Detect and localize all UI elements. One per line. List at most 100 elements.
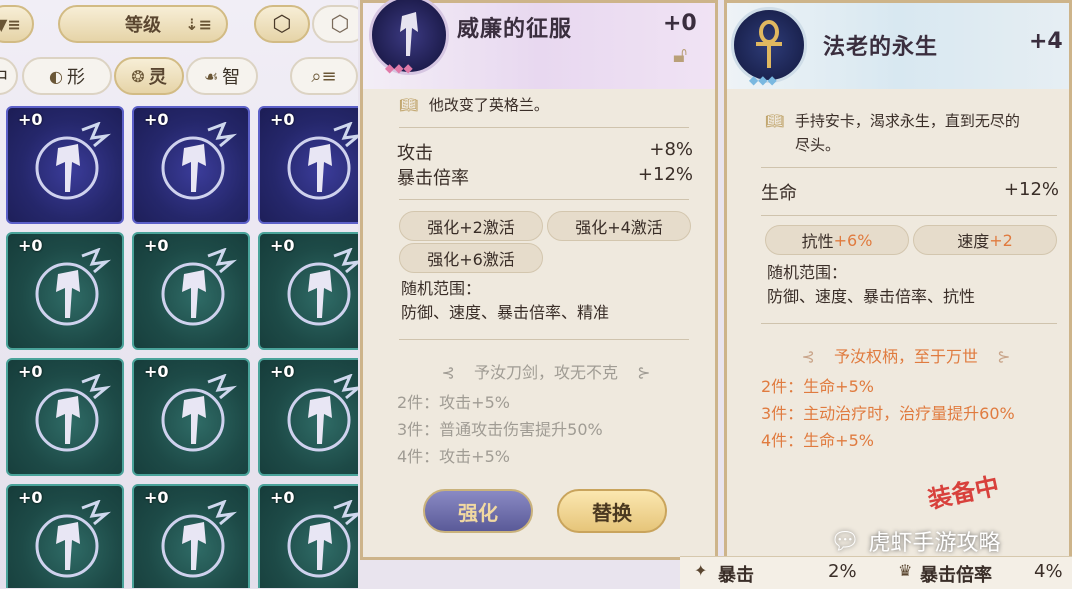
substat-chip: 速度 +2 — [913, 225, 1057, 255]
axe-icon — [161, 248, 238, 326]
tab-spirit-label: 灵 — [148, 67, 167, 88]
lock-icon[interactable]: 🔓︎ — [673, 43, 687, 68]
set-title-text: 予汝刀剑，攻无不克 — [473, 363, 618, 382]
gear-card[interactable]: +0 — [258, 358, 358, 476]
stat-row: 攻击 +8% — [397, 139, 693, 165]
random-range-values: 防御、速度、暴击倍率、精准 — [401, 303, 610, 322]
stat-label: 攻击 — [397, 143, 433, 164]
filter-button[interactable]: ▼≡ — [0, 5, 34, 43]
axe-icon — [35, 500, 112, 578]
stat-row: 生命 +12% — [761, 179, 1059, 205]
axe-icon — [161, 122, 238, 200]
set-title: ⊰ 予汝刀剑，攻无不克 ⊱ — [421, 359, 671, 383]
trinity-outline-icon: ⬡ — [330, 11, 350, 37]
set-filter-button-2[interactable]: ⬡ — [312, 5, 358, 43]
tab-body-label: 形 — [66, 67, 85, 88]
tab-partial[interactable]: 中 — [0, 57, 18, 95]
item-description-text: 他改变了英格兰。 — [428, 96, 549, 114]
bottom-stat-bar: ✦ 暴击 2% ♛ 暴击倍率 4% — [680, 556, 1072, 589]
ornament-icon: ⊰ — [801, 347, 815, 366]
divider — [399, 339, 689, 340]
random-range-label: 随机范围： — [767, 263, 848, 282]
substat-label: 抗性 — [801, 232, 834, 251]
tab-mind-label: 智 — [222, 67, 241, 88]
bottom-stat-value: 2% — [828, 561, 857, 582]
search-button[interactable]: ⌕≡ — [290, 57, 358, 95]
gear-card[interactable]: +0 — [6, 358, 124, 476]
item-description: 📖︎ 他改变了英格兰。 — [399, 93, 549, 117]
item-level: +0 — [663, 11, 697, 36]
divider — [761, 323, 1057, 324]
stat-label: 暴击倍率 — [397, 168, 469, 189]
tab-body[interactable]: ◐ 形 — [22, 57, 112, 95]
set-bonus: 4件：攻击+5% — [397, 447, 510, 466]
stat-row: 暴击倍率 +12% — [397, 164, 693, 190]
gear-card[interactable]: +0 — [132, 232, 250, 350]
set-title: ⊰ 予汝权柄，至于万世 ⊱ — [771, 343, 1041, 367]
enhance-button[interactable]: 强化 — [423, 489, 533, 533]
sort-order-icon: ⇣≡ — [185, 14, 212, 34]
ornament-icon: ⊱ — [637, 363, 651, 382]
item-detail-panel: ◆◆◆ 威廉的征服 +0 🔓︎ 📖︎ 他改变了英格兰。 攻击 +8% 暴击倍率 … — [360, 0, 718, 560]
gear-card[interactable]: +0 — [6, 106, 124, 224]
set-bonus: 3件：普通攻击伤害提升50% — [397, 420, 603, 439]
set-filter-button[interactable]: ⬡ — [254, 5, 310, 43]
tab-spirit[interactable]: ❂ 灵 — [114, 57, 184, 95]
bottom-stat-label: 暴击倍率 — [920, 565, 992, 586]
ornament-icon: ⊱ — [997, 347, 1011, 366]
axe-icon — [35, 122, 112, 200]
axe-icon — [161, 374, 238, 452]
set-bonus: 4件：生命+5% — [761, 431, 874, 450]
tab-mind[interactable]: ☙ 智 — [186, 57, 258, 95]
axe-icon — [287, 122, 358, 200]
enhance-unlock-chip: 强化+2激活 — [399, 211, 543, 241]
axe-icon — [287, 248, 358, 326]
set-bonus: 2件：攻击+5% — [397, 393, 510, 412]
crown-icon: ♛ — [898, 561, 913, 580]
gear-card[interactable]: +0 — [132, 484, 250, 588]
enhance-unlock-chip: 强化+6激活 — [399, 243, 543, 273]
stat-label: 生命 — [761, 183, 797, 204]
bottom-stat-label: 暴击 — [718, 565, 754, 586]
axe-icon — [35, 248, 112, 326]
wechat-icon: 💬︎ — [830, 527, 861, 555]
trinity-icon: ⬡ — [272, 11, 292, 37]
gear-card[interactable]: +0 — [258, 232, 358, 350]
gear-card[interactable]: +0 — [132, 106, 250, 224]
ornament-icon: ⊰ — [441, 363, 455, 382]
equipped-item-panel: ◆◆◆ 法老的永生 +4 📖︎ 手持安卡，渴求永生，直到无尽的 尽头。 生命 +… — [724, 0, 1072, 560]
set-title-text: 予汝权柄，至于万世 — [833, 347, 978, 366]
substat-chip: 抗性 +6% — [765, 225, 909, 255]
random-range-values: 防御、速度、暴击倍率、抗性 — [767, 287, 976, 306]
sort-dropdown[interactable]: 等级 ⇣≡ — [58, 5, 228, 43]
divider — [399, 127, 689, 128]
gear-card[interactable]: +0 — [6, 232, 124, 350]
book-icon: 📖︎ — [399, 96, 419, 114]
item-description: 📖︎ 手持安卡，渴求永生，直到无尽的 尽头。 — [765, 109, 1055, 157]
gear-card[interactable]: +0 — [258, 106, 358, 224]
item-level: +4 — [1029, 29, 1063, 54]
gear-card[interactable]: +0 — [6, 484, 124, 588]
item-description-text: 手持安卡，渴求永生，直到无尽的 — [794, 112, 1020, 130]
set-bonus: 3件：主动治疗时，治疗量提升60% — [761, 404, 1015, 423]
bottom-stat-value: 4% — [1034, 561, 1063, 582]
replace-button[interactable]: 替换 — [557, 489, 667, 533]
axe-icon — [287, 374, 358, 452]
gear-card[interactable]: +0 — [132, 358, 250, 476]
mind-icon: ☙ — [203, 66, 219, 86]
substat-label: 速度 — [957, 232, 990, 251]
spirit-icon: ❂ — [131, 66, 145, 86]
gear-card[interactable]: +0 — [258, 484, 358, 588]
book-icon: 📖︎ — [765, 112, 785, 130]
watermark: 💬︎ 虎虾手游攻略 — [830, 524, 1000, 558]
inventory-panel: ▼≡ 等级 ⇣≡ ⬡ ⬡ 中 ◐ 形 ❂ 灵 ☙ 智 ⌕≡ +0+0+0+0+0… — [0, 0, 358, 588]
search-icon: ⌕≡ — [311, 65, 337, 87]
set-bonus: 2件：生命+5% — [761, 377, 874, 396]
item-header: ◆◆◆ 威廉的征服 +0 🔓︎ — [363, 0, 715, 89]
random-range-label: 随机范围： — [401, 279, 482, 298]
axe-icon — [161, 500, 238, 578]
axe-icon — [35, 374, 112, 452]
divider — [399, 199, 689, 200]
item-header: ◆◆◆ 法老的永生 +4 — [727, 3, 1069, 89]
divider — [761, 167, 1057, 168]
